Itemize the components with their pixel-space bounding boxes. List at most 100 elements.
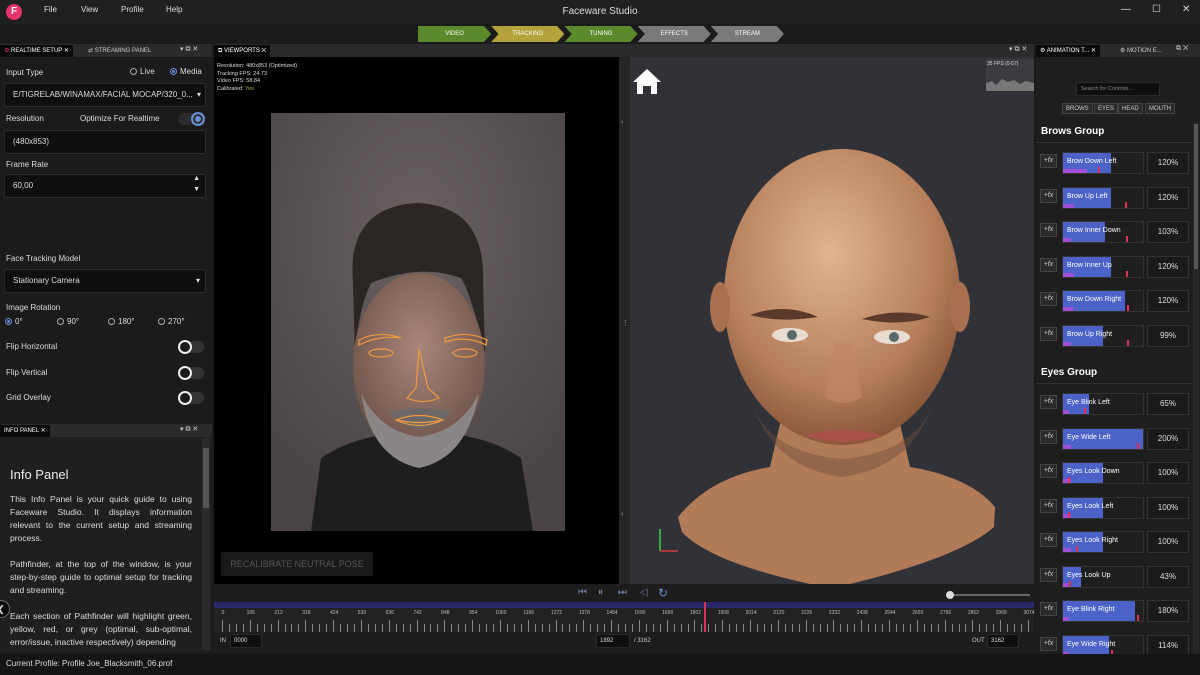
media-radio[interactable]: Media	[170, 67, 202, 76]
optimize-toggle[interactable]	[178, 112, 205, 126]
filter-head-button[interactable]: HEAD	[1118, 103, 1143, 114]
filter-brows-button[interactable]: BROWS	[1062, 103, 1093, 114]
pathfinder-step-tracking[interactable]: TRACKING	[491, 26, 565, 42]
rotation-270-radio[interactable]: 270°	[158, 317, 185, 326]
control-slider[interactable]: Eye Blink Left	[1062, 393, 1144, 415]
skip-to-start-icon[interactable]: ⏮	[578, 587, 587, 598]
frame-rate-field[interactable]: 60,00 ▲ ▼	[4, 174, 206, 198]
flip-horizontal-toggle[interactable]	[178, 340, 204, 354]
panel-controls-icon[interactable]: ▾ ⧉ ✕	[1009, 45, 1027, 54]
controls-scrollbar[interactable]	[1193, 122, 1199, 654]
control-percent-field[interactable]: 180%	[1147, 600, 1189, 622]
group-header[interactable]: Brows Group	[1041, 126, 1104, 137]
pathfinder-step-tuning[interactable]: TUNING	[564, 26, 638, 42]
add-effect-button[interactable]: +fx	[1040, 636, 1057, 651]
tab-motion-effects[interactable]: ⚙ MOTION E...	[1116, 45, 1166, 57]
add-effect-button[interactable]: +fx	[1040, 429, 1057, 444]
control-slider[interactable]: Eyes Look Down	[1062, 462, 1144, 484]
control-percent-field[interactable]: 100%	[1147, 496, 1189, 519]
zoom-slider[interactable]	[946, 591, 1030, 599]
control-slider[interactable]: Brow Inner Down	[1062, 221, 1144, 243]
control-slider[interactable]: Brow Down Left	[1062, 152, 1144, 174]
add-effect-button[interactable]: +fx	[1040, 498, 1057, 513]
control-slider[interactable]: Brow Inner Up	[1062, 255, 1144, 278]
tab-streaming-panel[interactable]: ⇄ STREAMING PANEL	[84, 45, 156, 57]
scroll-thumb[interactable]	[1194, 124, 1198, 269]
control-percent-field[interactable]: 114%	[1147, 634, 1189, 654]
splitter-handle-icon[interactable]: ⋮	[622, 319, 629, 327]
control-percent-field[interactable]: 120%	[1147, 152, 1189, 174]
control-slider[interactable]: Eye Wide Right	[1062, 634, 1144, 654]
control-slider[interactable]: Eyes Look Up	[1062, 565, 1144, 588]
pathfinder-step-effects[interactable]: EFFECTS	[637, 26, 711, 42]
timeline-ruler[interactable]: 0 106 212 318 424 530 636 742 848 954 1060 1166 1272…	[214, 608, 1035, 632]
add-effect-button[interactable]: +fx	[1040, 223, 1057, 237]
add-effect-button[interactable]: +fx	[1040, 567, 1057, 582]
control-percent-field[interactable]: 65%	[1147, 393, 1189, 415]
filter-mouth-button[interactable]: MOUTH	[1145, 103, 1175, 114]
add-effect-button[interactable]: +fx	[1040, 154, 1057, 168]
playhead[interactable]	[703, 602, 706, 632]
control-slider[interactable]: Brow Up Right	[1062, 324, 1144, 347]
scroll-thumb[interactable]	[203, 448, 209, 508]
control-slider[interactable]: Eyes Look Left	[1062, 496, 1144, 519]
add-effect-button[interactable]: +fx	[1040, 395, 1057, 409]
control-slider[interactable]: Brow Down Right	[1062, 290, 1144, 312]
current-frame-field[interactable]: 1892	[596, 634, 630, 648]
panel-controls-icon[interactable]: ⧉ ✕	[1176, 45, 1188, 53]
control-percent-field[interactable]: 103%	[1147, 221, 1189, 243]
out-point-field[interactable]: 3162	[987, 634, 1019, 648]
add-effect-button[interactable]: +fx	[1040, 326, 1057, 341]
media-path-field[interactable]: E/TIGRELAB/WINAMAX/FACIAL MOCAP/320_0...…	[4, 83, 206, 107]
control-percent-field[interactable]: 100%	[1147, 531, 1189, 553]
pathfinder-step-stream[interactable]: STREAM	[710, 26, 785, 42]
add-effect-button[interactable]: +fx	[1040, 257, 1057, 272]
flip-vertical-toggle[interactable]	[178, 366, 204, 380]
chevron-right-icon[interactable]: ›	[621, 119, 623, 126]
maximize-button[interactable]: ☐	[1152, 4, 1161, 15]
search-controls-input[interactable]: Search for Controls...	[1076, 82, 1160, 96]
add-effect-button[interactable]: +fx	[1040, 533, 1057, 547]
grid-overlay-toggle[interactable]	[178, 391, 204, 405]
spinner-arrows-icon[interactable]: ▲ ▼	[193, 173, 200, 195]
panel-controls-icon[interactable]: ▾ ⧉ ✕	[180, 425, 198, 434]
chevron-left-icon[interactable]: ‹	[621, 511, 623, 518]
minimize-button[interactable]: —	[1121, 4, 1131, 15]
control-percent-field[interactable]: 43%	[1147, 565, 1189, 588]
control-slider[interactable]: Eye Wide Left	[1062, 427, 1144, 450]
loop-icon[interactable]: ↻	[658, 586, 668, 600]
slider-knob-icon[interactable]	[946, 591, 954, 599]
control-percent-field[interactable]: 120%	[1147, 186, 1189, 209]
recalibrate-button[interactable]: RECALIBRATE NEUTRAL POSE	[221, 552, 373, 576]
control-percent-field[interactable]: 99%	[1147, 324, 1189, 347]
tab-info-panel[interactable]: INFO PANEL ✕	[0, 425, 50, 437]
panel-controls-icon[interactable]: ▾ ⧉ ✕	[180, 45, 198, 54]
close-window-button[interactable]: ✕	[1182, 4, 1190, 15]
in-point-field[interactable]: 0000	[230, 634, 262, 648]
control-slider[interactable]: Eye Blink Right	[1062, 600, 1144, 622]
tab-animation-tuning[interactable]: ⚙ ANIMATION T... ✕	[1036, 45, 1100, 57]
add-effect-button[interactable]: +fx	[1040, 188, 1057, 203]
step-back-icon[interactable]: ◁	[640, 587, 648, 598]
rotation-0-radio[interactable]: 0°	[5, 317, 23, 326]
rotation-90-radio[interactable]: 90°	[57, 317, 79, 326]
filter-eyes-button[interactable]: EYES	[1094, 103, 1119, 114]
tab-viewports[interactable]: ⧉ VIEWPORTS ✕	[214, 45, 271, 57]
add-effect-button[interactable]: +fx	[1040, 292, 1057, 306]
add-effect-button[interactable]: +fx	[1040, 602, 1057, 616]
viewport-splitter[interactable]: › ⋮ ‹	[619, 57, 630, 584]
add-effect-button[interactable]: +fx	[1040, 464, 1057, 478]
control-percent-field[interactable]: 200%	[1147, 427, 1189, 450]
group-header[interactable]: Eyes Group	[1041, 367, 1097, 378]
skip-to-end-icon[interactable]: ⏭	[618, 587, 627, 598]
pause-icon[interactable]: ⏸	[598, 587, 603, 598]
control-percent-field[interactable]: 120%	[1147, 290, 1189, 312]
control-slider[interactable]: Brow Up Left	[1062, 186, 1144, 209]
collapse-arrow-icon[interactable]: ❮	[0, 600, 10, 618]
rotation-180-radio[interactable]: 180°	[108, 317, 135, 326]
tracking-model-select[interactable]: Stationary Camera ▾	[4, 269, 206, 293]
control-slider[interactable]: Eyes Look Right	[1062, 531, 1144, 553]
info-scrollbar[interactable]	[202, 438, 210, 650]
tab-realtime-setup[interactable]: ⚙ REALTIME SETUP ✕	[0, 45, 73, 57]
live-radio[interactable]: Live	[130, 67, 155, 76]
